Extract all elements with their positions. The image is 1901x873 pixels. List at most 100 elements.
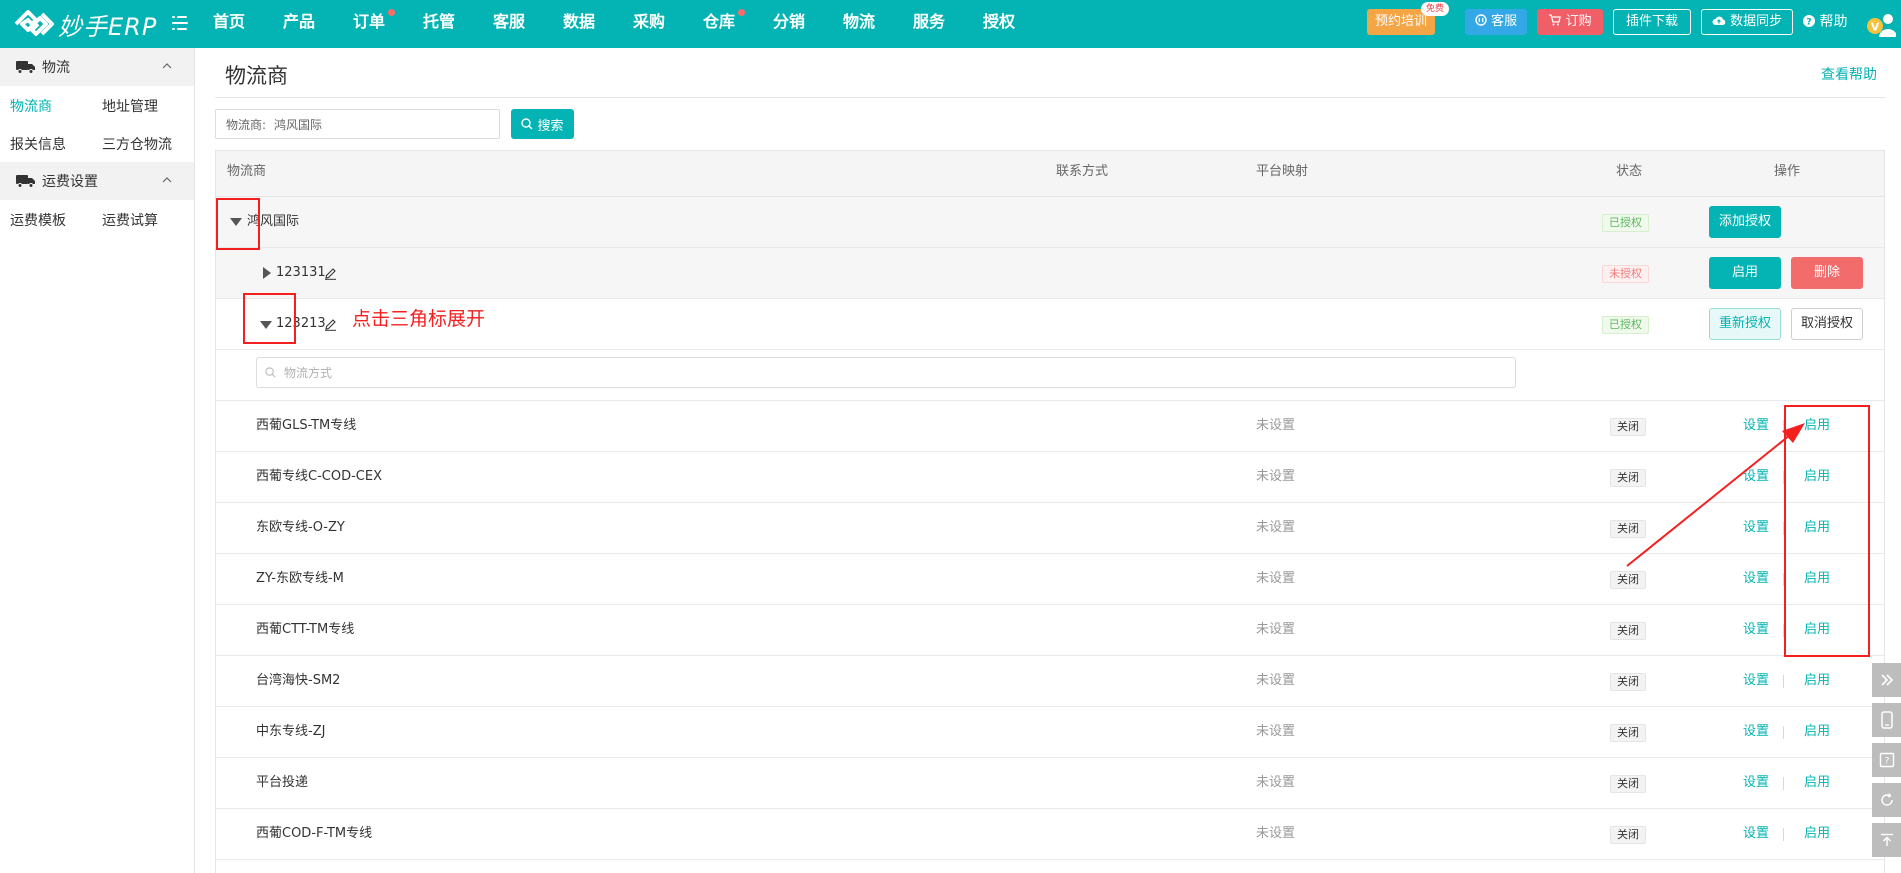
edit-icon[interactable] — [324, 267, 337, 280]
method-enable-link[interactable]: 启用 — [1804, 656, 1830, 706]
method-name: 西葡专线C-COD-CEX — [256, 469, 382, 484]
sidebar-group-logistics[interactable]: 物流 — [0, 48, 194, 86]
page-title: 物流商 — [225, 64, 288, 88]
method-name: 平台投递 — [256, 775, 309, 790]
method-status-badge: 关闭 — [1610, 673, 1646, 691]
sidebar-item-address[interactable]: 地址管理 — [102, 96, 158, 116]
user-avatar[interactable]: V — [1866, 11, 1897, 37]
method-name: 东欧专线-O-ZY — [256, 520, 345, 535]
truck-icon — [16, 61, 35, 74]
edit-icon[interactable] — [324, 318, 337, 331]
method-settings-link[interactable]: 设置 — [1743, 401, 1769, 451]
menu-toggle-icon[interactable] — [172, 13, 188, 35]
method-settings-link[interactable]: 设置 — [1743, 656, 1769, 706]
sidebar-item-freight-calc[interactable]: 运费试算 — [102, 210, 158, 230]
method-search-input[interactable]: 物流方式 — [256, 357, 1516, 388]
svg-text:?: ? — [1806, 18, 1811, 28]
annotation-text: 点击三角标展开 — [352, 308, 486, 330]
method-enable-link[interactable]: 启用 — [1804, 707, 1830, 757]
notification-dot — [388, 9, 395, 16]
method-status-badge: 关闭 — [1610, 826, 1646, 844]
back-to-top-icon[interactable] — [1872, 823, 1901, 857]
nav-hosting[interactable]: 托管 — [423, 0, 455, 48]
sidebar-item-customs[interactable]: 报关信息 — [10, 134, 66, 154]
method-settings-link[interactable]: 设置 — [1743, 503, 1769, 553]
method-row: 平台投递 未设置 关闭 设置 启用 — [216, 758, 1884, 809]
col-contact: 联系方式 — [1056, 164, 1109, 179]
method-mapping: 未设置 — [1256, 724, 1296, 739]
nav-services[interactable]: 服务 — [913, 0, 945, 48]
order-button[interactable]: 订购 — [1537, 9, 1603, 35]
method-settings-link[interactable]: 设置 — [1743, 452, 1769, 502]
plugin-download-button[interactable]: 插件下载 — [1613, 9, 1691, 35]
method-status-badge: 关闭 — [1610, 622, 1646, 640]
top-navbar: 妙手ERP 首页 产品 订单 托管 客服 数据 采购 仓库 分销 物流 服务 授… — [0, 0, 1901, 48]
expand-triangle-icon[interactable] — [263, 267, 271, 279]
sidebar-group-freight[interactable]: 运费设置 — [0, 162, 194, 200]
sidebar-item-logistics-provider[interactable]: 物流商 — [10, 96, 52, 116]
nav-distribution[interactable]: 分销 — [773, 0, 805, 48]
cart-icon — [1549, 14, 1562, 26]
method-settings-link[interactable]: 设置 — [1743, 554, 1769, 604]
method-row: 台湾海快-SM2 未设置 关闭 设置 启用 — [216, 656, 1884, 707]
sidebar-item-3pl[interactable]: 三方仓物流 — [102, 134, 172, 154]
nav-home[interactable]: 首页 — [213, 0, 245, 48]
nav-data[interactable]: 数据 — [563, 0, 595, 48]
method-name: ZY-东欧专线-M — [256, 571, 344, 586]
method-search-row: 物流方式 — [216, 350, 1884, 401]
method-status-badge: 关闭 — [1610, 724, 1646, 742]
method-enable-link[interactable]: 启用 — [1804, 809, 1830, 859]
table-header: 物流商 联系方式 平台映射 状态 操作 — [216, 151, 1884, 197]
nav-warehouse[interactable]: 仓库 — [703, 0, 735, 48]
nav-customer-service[interactable]: 客服 — [493, 0, 525, 48]
provider-row: 鸿风国际 已授权 添加授权 — [216, 197, 1884, 248]
account-row: 123131 未授权 启用 删除 — [216, 248, 1884, 299]
method-row: 西葡专线C-COD-CEX 未设置 关闭 设置 启用 — [216, 452, 1884, 503]
reauthorize-button[interactable]: 重新授权 — [1709, 308, 1781, 340]
chevron-up-icon — [162, 177, 172, 183]
method-row: 西葡COD-F-TM专线 未设置 关闭 设置 启用 — [216, 809, 1884, 860]
method-mapping: 未设置 — [1256, 418, 1296, 433]
divider — [1783, 675, 1784, 688]
help-link[interactable]: ? 帮助 — [1803, 9, 1847, 35]
divider — [1783, 828, 1784, 841]
method-settings-link[interactable]: 设置 — [1743, 758, 1769, 808]
nav-logistics[interactable]: 物流 — [843, 0, 875, 48]
status-badge: 已授权 — [1602, 214, 1649, 232]
data-sync-button[interactable]: 数据同步 — [1701, 9, 1793, 35]
enable-button[interactable]: 启用 — [1709, 257, 1781, 289]
cloud-icon — [1712, 16, 1726, 25]
method-mapping: 未设置 — [1256, 520, 1296, 535]
mobile-icon[interactable] — [1872, 703, 1901, 737]
delete-button[interactable]: 删除 — [1791, 257, 1863, 289]
nav-orders[interactable]: 订单 — [353, 0, 385, 48]
logo-text: 妙手ERP — [58, 12, 158, 41]
sidebar-group-title: 运费设置 — [42, 174, 98, 190]
feedback-icon[interactable]: ? — [1872, 743, 1901, 777]
provider-filter-input[interactable]: 物流商: 鸿风国际 — [215, 109, 500, 139]
method-settings-link[interactable]: 设置 — [1743, 707, 1769, 757]
method-status-badge: 关闭 — [1610, 418, 1646, 436]
nav-authorization[interactable]: 授权 — [983, 0, 1015, 48]
collapse-panel-icon[interactable] — [1872, 663, 1901, 697]
refresh-icon[interactable] — [1872, 783, 1901, 817]
nav-products[interactable]: 产品 — [283, 0, 315, 48]
filter-label: 物流商: — [226, 117, 267, 132]
view-help-link[interactable]: 查看帮助 — [1821, 64, 1877, 84]
chat-icon — [1475, 14, 1487, 26]
method-name: 西葡COD-F-TM专线 — [256, 826, 373, 841]
method-settings-link[interactable]: 设置 — [1743, 809, 1769, 859]
service-button[interactable]: 客服 — [1465, 9, 1527, 35]
method-row: 中东专线-ZJ 未设置 关闭 设置 启用 — [216, 707, 1884, 758]
sidebar-item-freight-template[interactable]: 运费模板 — [10, 210, 66, 230]
method-settings-link[interactable]: 设置 — [1743, 605, 1769, 655]
col-actions: 操作 — [1774, 164, 1801, 179]
method-name: 西葡GLS-TM专线 — [256, 418, 357, 433]
cancel-authorization-button[interactable]: 取消授权 — [1791, 308, 1863, 340]
add-authorization-button[interactable]: 添加授权 — [1709, 206, 1781, 238]
method-mapping: 未设置 — [1256, 571, 1296, 586]
nav-purchase[interactable]: 采购 — [633, 0, 665, 48]
method-enable-link[interactable]: 启用 — [1804, 758, 1830, 808]
logo[interactable]: 妙手ERP — [12, 6, 157, 42]
search-button[interactable]: 搜索 — [511, 109, 574, 139]
